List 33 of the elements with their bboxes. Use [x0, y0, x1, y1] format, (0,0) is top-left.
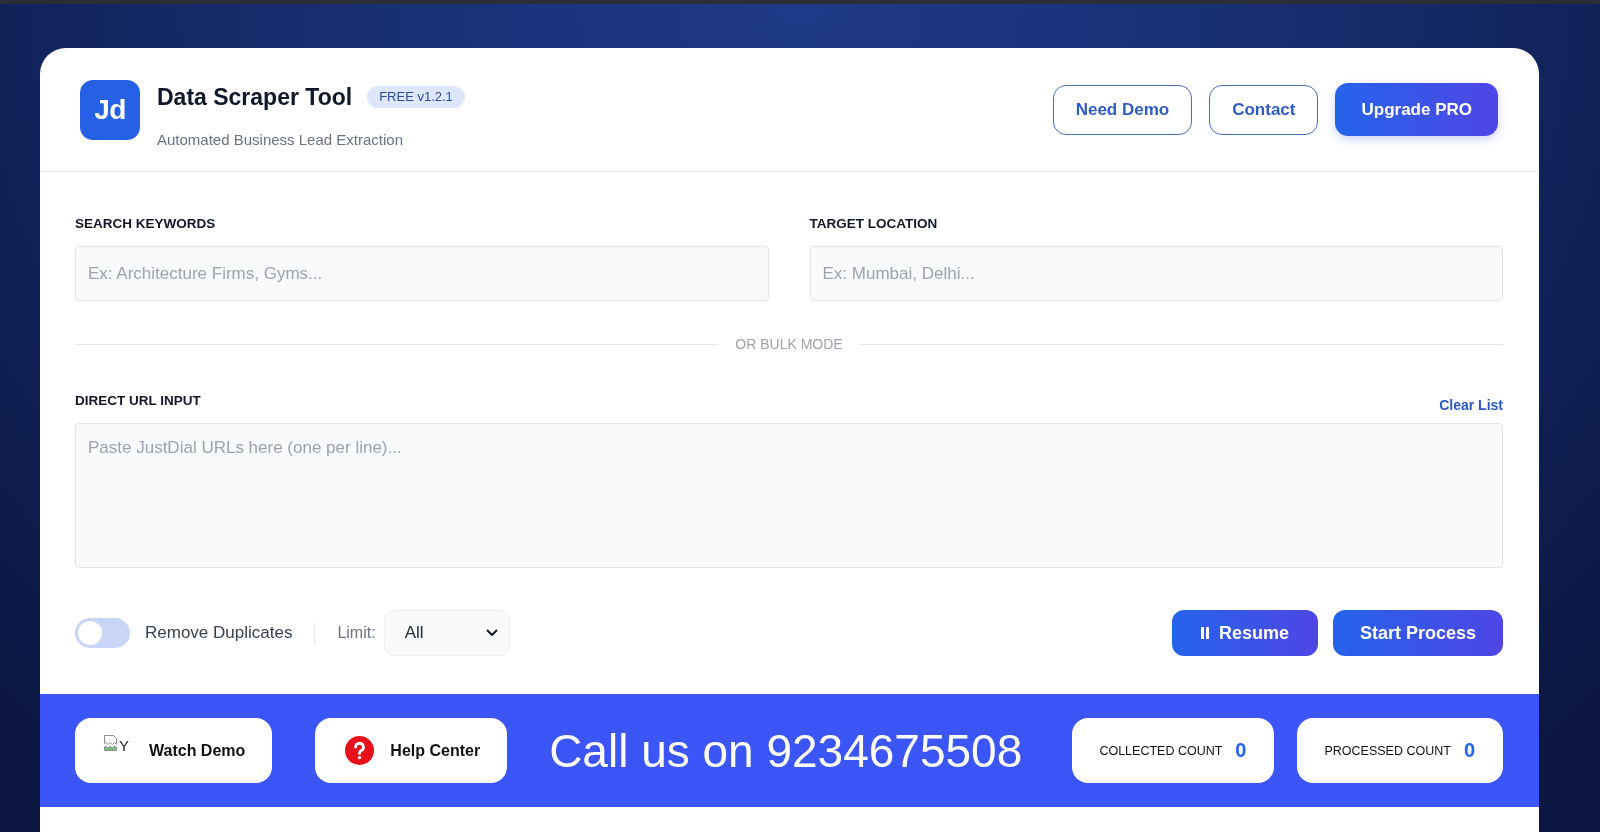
location-input[interactable]: Ex: Mumbai, Delhi...	[809, 246, 1503, 301]
keywords-input[interactable]: Ex: Architecture Firms, Gyms...	[75, 246, 769, 301]
field-label: TARGET LOCATION	[809, 215, 938, 232]
app-subtitle: Automated Business Lead Extraction	[157, 131, 403, 149]
toggle-label: Remove Duplicates	[145, 623, 293, 643]
limit-label: Limit:	[337, 624, 376, 642]
start-process-button[interactable]: Start Process	[1332, 610, 1503, 656]
help-icon	[345, 736, 375, 765]
chevron-down-icon	[485, 629, 498, 637]
clear-list-link[interactable]: Clear List	[1439, 396, 1503, 414]
watch-demo-button[interactable]: Y Watch Demo	[75, 718, 273, 783]
contact-button[interactable]: Contact	[1209, 84, 1319, 135]
url-textarea[interactable]: Paste JustDial URLs here (one per line)...	[75, 423, 1503, 568]
counter-value: 0	[1463, 739, 1475, 762]
field-label: DIRECT URL INPUT	[75, 392, 201, 409]
call-banner-text: Call us on 9234675508	[549, 727, 1023, 774]
app-logo: Jd	[80, 80, 140, 140]
field-label: SEARCH KEYWORDS	[75, 215, 216, 232]
counter-label: PROCESSED COUNT	[1324, 743, 1451, 758]
app-title: Data Scraper Tool	[157, 83, 353, 112]
limit-dropdown[interactable]: All	[383, 610, 510, 656]
help-center-button[interactable]: Help Center	[315, 718, 508, 783]
version-badge: FREE v1.2.1	[367, 86, 465, 108]
counter-value: 0	[1235, 739, 1247, 762]
pause-icon	[1200, 627, 1209, 639]
divider-label: OR BULK MODE	[735, 336, 843, 352]
toggle-switch[interactable]	[75, 618, 130, 648]
broken-image-icon	[103, 734, 119, 752]
resume-button[interactable]: Resume	[1171, 610, 1318, 656]
need-demo-button[interactable]: Need Demo	[1052, 84, 1193, 135]
counter-label: COLLECTED COUNT	[1099, 743, 1223, 758]
upgrade-button[interactable]: Upgrade PRO	[1335, 83, 1498, 136]
image-alt-text: Y	[119, 737, 129, 754]
